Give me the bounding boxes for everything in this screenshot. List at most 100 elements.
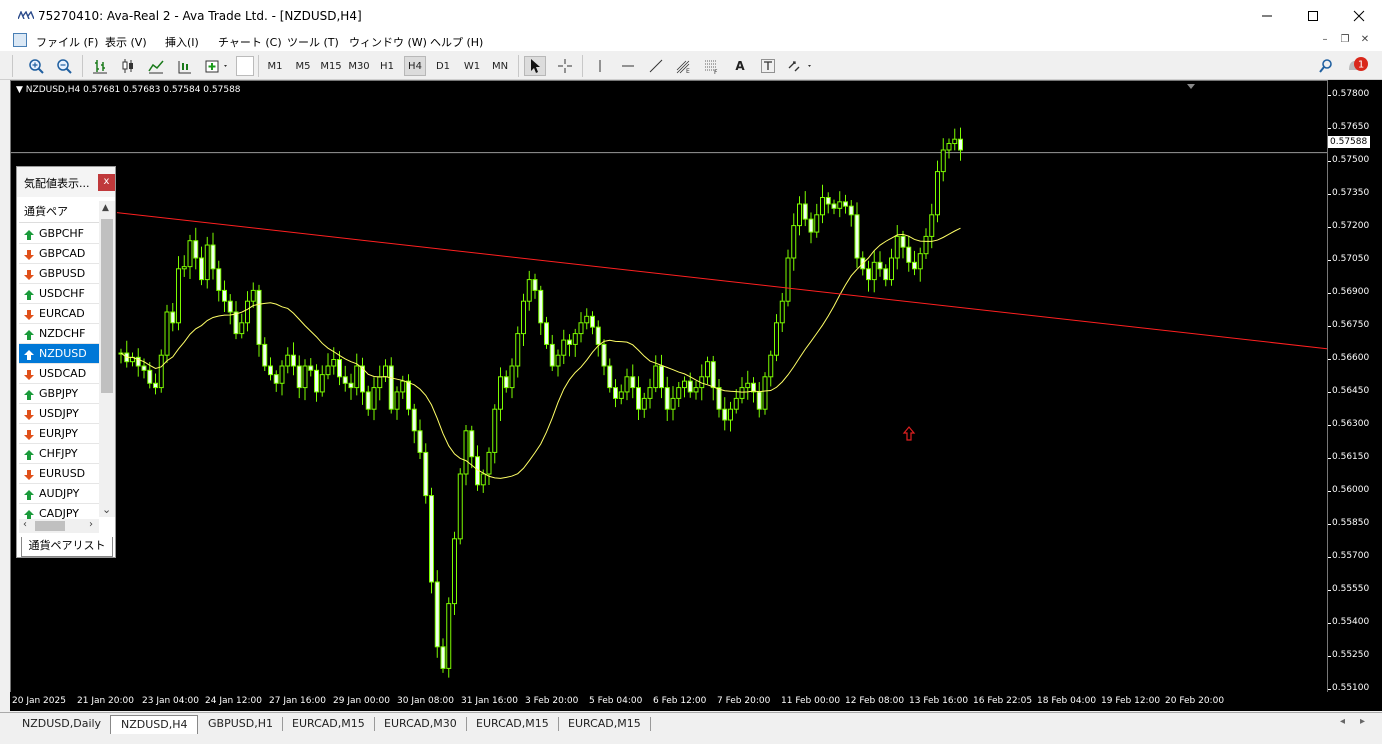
- market-watch-panel: 気配値表示... x 通貨ペア GBPCHF GBPCAD GBPUSD USDCHF…: [16, 166, 116, 558]
- auto-scroll-button[interactable]: [174, 56, 194, 76]
- tf-m5[interactable]: M5: [292, 56, 314, 76]
- scroll-left-icon[interactable]: ‹: [23, 519, 27, 530]
- candle-body: [613, 387, 618, 399]
- template-box[interactable]: [236, 56, 254, 76]
- symbol-row-gbpchf[interactable]: GBPCHF: [19, 224, 99, 244]
- chart-tab[interactable]: EURCAD,M15: [282, 715, 374, 735]
- equidistant-channel-button[interactable]: E: [674, 56, 694, 76]
- tf-m15[interactable]: M15: [318, 56, 344, 76]
- fibonacci-button[interactable]: F: [702, 56, 722, 76]
- maximize-button[interactable]: [1290, 0, 1336, 31]
- arrow-up-icon: [24, 330, 34, 340]
- text-label-button[interactable]: [758, 56, 778, 76]
- bar-chart-button[interactable]: [90, 56, 110, 76]
- chart-tab[interactable]: NZDUSD,Daily: [10, 715, 110, 735]
- symbol-row-nzdchf[interactable]: NZDCHF: [19, 324, 99, 344]
- candle-body: [492, 408, 498, 453]
- menu-insert[interactable]: 挿入(I): [165, 34, 199, 50]
- vertical-line-button[interactable]: [590, 56, 610, 76]
- tf-m30[interactable]: M30: [346, 56, 372, 76]
- candle-body: [365, 391, 371, 410]
- menu-chart[interactable]: チャート (C): [218, 34, 282, 50]
- price-tick-label: 0.56600: [1332, 353, 1370, 363]
- time-tick-label: 13 Feb 16:00: [909, 696, 969, 706]
- market-watch-hscroll[interactable]: ‹ ›: [19, 519, 99, 533]
- price-tickmark: [1328, 326, 1331, 327]
- arrows-button[interactable]: [786, 56, 816, 76]
- candle-body: [843, 201, 848, 207]
- line-chart-button[interactable]: [146, 56, 166, 76]
- candle-body: [958, 138, 963, 151]
- symbol-row-eurcad[interactable]: EURCAD: [19, 304, 99, 324]
- scroll-right-icon[interactable]: ›: [89, 519, 93, 530]
- scroll-up-icon[interactable]: ▲: [102, 203, 109, 213]
- mdi-close-icon[interactable]: ✕: [1358, 34, 1372, 48]
- chart-tab[interactable]: EURCAD,M30: [374, 715, 466, 735]
- symbol-row-chfjpy[interactable]: CHFJPY: [19, 444, 99, 464]
- symbol-row-gbpjpy[interactable]: GBPJPY: [19, 384, 99, 404]
- zoom-out-button[interactable]: [54, 56, 74, 76]
- vscroll-thumb[interactable]: [101, 219, 113, 393]
- text-button[interactable]: A: [730, 56, 750, 76]
- mdi-minimize-icon[interactable]: –: [1318, 34, 1332, 48]
- tf-h4[interactable]: H4: [404, 56, 426, 76]
- menu-view[interactable]: 表示 (V): [105, 34, 147, 50]
- cursor-button[interactable]: [524, 56, 546, 76]
- symbol-row-usdjpy[interactable]: USDJPY: [19, 404, 99, 424]
- menu-file[interactable]: ファイル (F): [36, 34, 98, 50]
- chart-tab[interactable]: EURCAD,M15: [558, 715, 650, 735]
- notifications-button[interactable]: 1: [1344, 56, 1372, 76]
- market-watch-vscroll[interactable]: ▲ ⌄: [99, 201, 115, 517]
- mdi-restore-icon[interactable]: ❐: [1338, 34, 1352, 48]
- symbol-row-eurjpy[interactable]: EURJPY: [19, 424, 99, 444]
- menu-help[interactable]: ヘルプ (H): [430, 34, 483, 50]
- tf-w1[interactable]: W1: [460, 56, 484, 76]
- symbol-row-gbpcad[interactable]: GBPCAD: [19, 244, 99, 264]
- tab-symbol-list[interactable]: 通貨ペアリスト: [21, 537, 113, 557]
- zoom-in-button[interactable]: [26, 56, 46, 76]
- symbol-row-usdchf[interactable]: USDCHF: [19, 284, 99, 304]
- tf-d1[interactable]: D1: [432, 56, 454, 76]
- scroll-down-icon[interactable]: ⌄: [102, 503, 111, 516]
- horizontal-line-button[interactable]: [618, 56, 638, 76]
- close-button[interactable]: [1336, 0, 1382, 31]
- candle-body: [797, 203, 802, 227]
- candle-body: [946, 143, 952, 151]
- candle-body: [837, 201, 843, 209]
- crosshair-button[interactable]: [554, 56, 576, 76]
- chart-tab-active[interactable]: NZDUSD,H4: [110, 715, 198, 735]
- hscroll-thumb[interactable]: [35, 521, 65, 531]
- chart-canvas[interactable]: [11, 81, 1327, 693]
- chart-area[interactable]: [10, 80, 1328, 711]
- chart-window-icon[interactable]: [13, 33, 27, 47]
- new-chart-button[interactable]: [202, 56, 232, 76]
- symbol-row-usdcad[interactable]: USDCAD: [19, 364, 99, 384]
- symbol-name: GBPCAD: [39, 247, 86, 260]
- chart-tab[interactable]: EURCAD,M15: [466, 715, 558, 735]
- symbol-name: GBPUSD: [39, 267, 86, 280]
- tf-h1[interactable]: H1: [376, 56, 398, 76]
- column-header-symbol[interactable]: 通貨ペア: [19, 201, 99, 223]
- symbol-row-eurusd[interactable]: EURUSD: [19, 464, 99, 484]
- search-button[interactable]: [1316, 56, 1336, 76]
- candle-body: [848, 205, 854, 216]
- symbol-row-gbpusd[interactable]: GBPUSD: [19, 264, 99, 284]
- trendline-button[interactable]: [646, 56, 666, 76]
- market-watch-header[interactable]: 気配値表示... x: [17, 167, 115, 197]
- menu-tools[interactable]: ツール (T): [287, 34, 339, 50]
- minimize-button[interactable]: [1244, 0, 1290, 31]
- tf-m1[interactable]: M1: [264, 56, 286, 76]
- candle-body: [544, 322, 549, 345]
- chart-tab[interactable]: GBPUSD,H1: [198, 715, 282, 735]
- time-axis[interactable]: 20 Jan 2025 21 Jan 20:00 23 Jan 04:00 24 Ja…: [10, 692, 1382, 711]
- candlestick-button[interactable]: [118, 56, 138, 76]
- price-tick-label: 0.56150: [1332, 452, 1370, 462]
- tf-mn[interactable]: MN: [488, 56, 512, 76]
- price-axis[interactable]: 0.57800 0.57650 0.57500 0.57350 0.57200 0.570…: [1328, 80, 1382, 711]
- tabs-scroll-right-icon[interactable]: ▸: [1360, 716, 1365, 727]
- symbol-row-audjpy[interactable]: AUDJPY: [19, 484, 99, 504]
- market-watch-close-icon[interactable]: x: [98, 174, 115, 191]
- tabs-scroll-left-icon[interactable]: ◂: [1340, 716, 1345, 727]
- menu-window[interactable]: ウィンドウ (W): [349, 34, 427, 50]
- symbol-row-nzdusd[interactable]: NZDUSD: [19, 344, 99, 364]
